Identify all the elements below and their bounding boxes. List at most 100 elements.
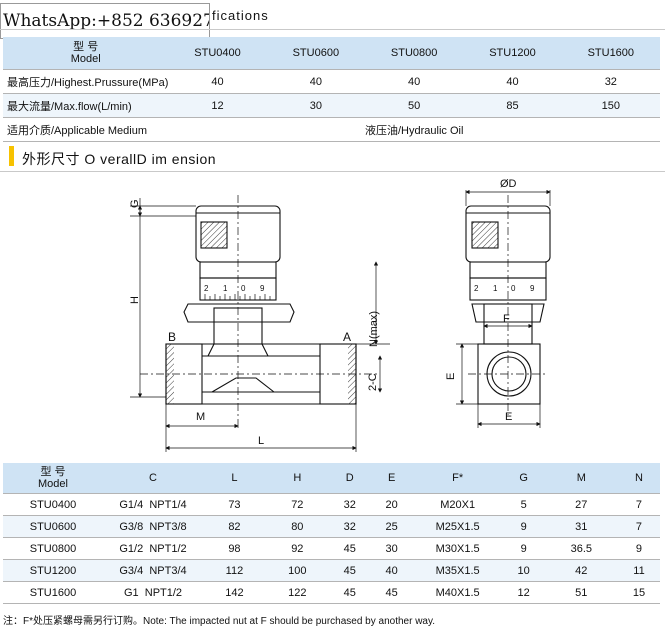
model-cell: STU0800 xyxy=(3,537,103,560)
spec-model: STU1600 xyxy=(561,37,660,70)
cell: 40 xyxy=(266,69,365,94)
scale-label: 0 xyxy=(241,284,246,293)
cell: 98 xyxy=(203,537,266,560)
scale-label: 1 xyxy=(493,284,498,293)
model-label-cn: 型 号 xyxy=(40,466,66,478)
scale-label: 9 xyxy=(530,284,535,293)
thread-g: G1/2 xyxy=(119,542,144,555)
table-row: STU0400 G1/4 NPT1/4 73 72 32 20 M20X1 5 … xyxy=(3,493,660,516)
dimension-table: 型 号 Model C L H D E F* G M N STU0400 G1/… xyxy=(3,463,660,604)
cell: M40X1.5 xyxy=(412,581,503,604)
cell: 36.5 xyxy=(544,537,618,560)
footnote: 注：F*处压紧螺母需另行订购。Note: The impacted nut at… xyxy=(3,616,436,627)
cell: 45 xyxy=(328,581,371,604)
cell: 142 xyxy=(203,581,266,604)
medium-value: 液压油/Hydraulic Oil xyxy=(168,117,660,142)
thread-npt: NPT1/4 xyxy=(149,498,187,511)
spec-header-row: 型 号 Model STU0400 STU0600 STU0800 STU120… xyxy=(3,37,660,70)
cell: M30X1.5 xyxy=(412,537,503,560)
cell: 12 xyxy=(502,581,545,604)
label-b: B xyxy=(168,330,176,344)
thread-npt: NPT3/8 xyxy=(149,520,187,533)
cell: 5 xyxy=(502,493,545,516)
cell: 10 xyxy=(502,559,545,582)
thread-npt: NPT1/2 xyxy=(149,542,187,555)
spec-row-flow: 最大流量/Max.flow(L/min) 12 30 50 85 150 xyxy=(3,93,660,118)
label-f: F xyxy=(503,313,510,325)
cell: 112 xyxy=(203,559,266,582)
table-row: STU0800 G1/2 NPT1/2 98 92 45 30 M30X1.5 … xyxy=(3,537,660,560)
section-accent-bar xyxy=(9,146,14,166)
model-cell: STU1200 xyxy=(3,559,103,582)
label-m: M xyxy=(196,411,205,423)
cell: 40 xyxy=(463,69,562,94)
scale-label: 2 xyxy=(474,284,479,293)
cell: 32 xyxy=(328,493,371,516)
cell: 45 xyxy=(370,581,413,604)
model-label-en: Model xyxy=(70,53,101,65)
thread-g: G3/8 xyxy=(119,520,144,533)
label-2c: 2-C xyxy=(367,373,379,391)
label-g: G xyxy=(129,199,141,208)
thread-npt: NPT1/2 xyxy=(144,586,183,599)
cell: 40 xyxy=(168,69,267,94)
col-header: C xyxy=(103,463,203,494)
cell: 100 xyxy=(265,559,329,582)
scale-label: 1 xyxy=(223,284,228,293)
cell: 9 xyxy=(617,537,660,560)
row-label: 最高压力/Highest.Prussure(MPa) xyxy=(3,69,169,94)
cell: 72 xyxy=(265,493,329,516)
model-label-cn: 型 号 xyxy=(73,41,99,53)
scale-label: 9 xyxy=(260,284,265,293)
watermark: WhatsApp:+852 63692756 xyxy=(0,3,210,39)
spec-model: STU0800 xyxy=(365,37,464,70)
col-header: H xyxy=(265,463,329,494)
model-cell: STU0400 xyxy=(3,493,103,516)
thread-g: G1/4 xyxy=(119,498,144,511)
col-header: D xyxy=(328,463,371,494)
cell: 7 xyxy=(617,493,660,516)
cell: 9 xyxy=(502,515,545,538)
thread-npt: NPT3/4 xyxy=(149,564,187,577)
model-label-en: Model xyxy=(38,478,68,490)
spec-header-model: 型 号 Model xyxy=(3,37,169,70)
divider xyxy=(0,29,665,30)
label-h: H xyxy=(129,296,141,304)
spec-table: 型 号 Model STU0400 STU0600 STU0800 STU120… xyxy=(3,37,660,142)
dim-section-title: 外形尺寸 O verallD im ension xyxy=(22,151,217,167)
cell: M35X1.5 xyxy=(412,559,503,582)
cell: 12 xyxy=(168,93,267,118)
col-header: M xyxy=(544,463,618,494)
cell: 51 xyxy=(544,581,618,604)
spec-row-pressure: 最高压力/Highest.Prussure(MPa) 40 40 40 40 3… xyxy=(3,69,660,94)
dim-header-model: 型 号 Model xyxy=(3,463,103,494)
label-d: ØD xyxy=(500,178,517,190)
thread-g: G3/4 xyxy=(119,564,144,577)
cell: 32 xyxy=(561,69,660,94)
cell: 11 xyxy=(617,559,660,582)
cell: 73 xyxy=(203,493,266,516)
cell: 25 xyxy=(370,515,413,538)
row-label: 最大流量/Max.flow(L/min) xyxy=(3,93,169,118)
dim-header-row: 型 号 Model C L H D E F* G M N xyxy=(3,463,660,494)
col-header: G xyxy=(502,463,545,494)
label-l: L xyxy=(258,435,264,447)
cell: 85 xyxy=(463,93,562,118)
cell: 30 xyxy=(370,537,413,560)
thread-cell: G3/4 NPT3/4 xyxy=(103,559,203,582)
cell: 45 xyxy=(328,537,371,560)
cell: 30 xyxy=(266,93,365,118)
scale-label: 0 xyxy=(511,284,516,293)
label-a: A xyxy=(343,330,351,344)
cell: 20 xyxy=(370,493,413,516)
cell: 92 xyxy=(265,537,329,560)
row-label: 适用介质/Applicable Medium xyxy=(3,117,169,142)
cell: M25X1.5 xyxy=(412,515,503,538)
cell: 150 xyxy=(561,93,660,118)
label-n: N(max) xyxy=(368,311,380,347)
col-header: E xyxy=(370,463,413,494)
cell: 9 xyxy=(502,537,545,560)
cell: M20X1 xyxy=(412,493,503,516)
cell: 80 xyxy=(265,515,329,538)
cell: 31 xyxy=(544,515,618,538)
